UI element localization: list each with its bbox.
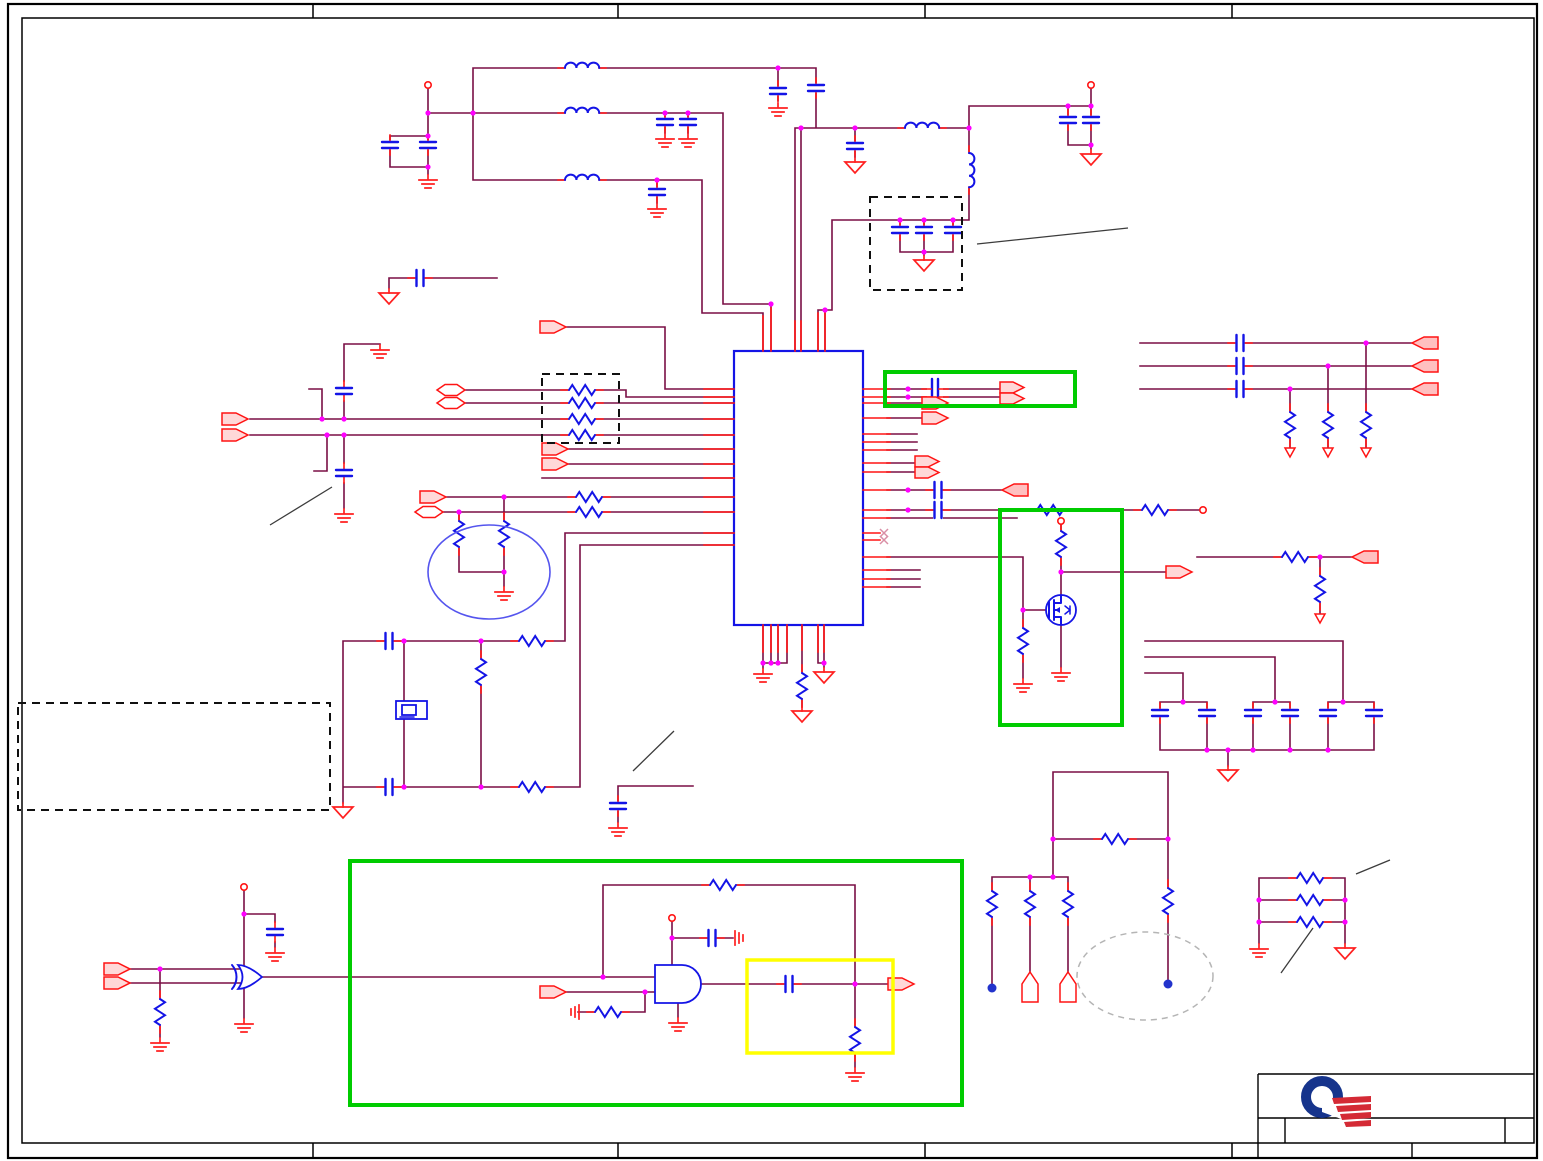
crystal [395, 700, 428, 720]
main-ic [703, 307, 891, 653]
wire-top-section [389, 67, 1092, 352]
wire-ic-bottom [762, 624, 825, 708]
schematic-sheet [0, 0, 1543, 1161]
dashed-note-box [17, 702, 331, 811]
company-logo-icon [1301, 1076, 1371, 1127]
wire-left-section [249, 277, 735, 587]
mosfet [1045, 594, 1077, 626]
title-block [1257, 1073, 1534, 1158]
and-gate [654, 964, 702, 1004]
wire-crystal-section [342, 532, 735, 823]
wire-bottom-middle [991, 771, 1169, 985]
schematic-canvas [6, 2, 1539, 1160]
ic-left-pins [703, 388, 735, 546]
ic-bottom-pins [762, 624, 825, 653]
net-dots [987, 979, 1173, 993]
wire-bottom-right [1258, 877, 1346, 944]
dashed-box-capacitors [869, 196, 963, 291]
ic-top-pins [762, 307, 826, 352]
no-connect-marks [879, 528, 889, 545]
inductors [557, 61, 975, 194]
gray-dashed-ellipse-annotation [1076, 931, 1214, 1021]
ic-right-pins [862, 388, 891, 588]
yellow-highlight-box [745, 958, 895, 1055]
